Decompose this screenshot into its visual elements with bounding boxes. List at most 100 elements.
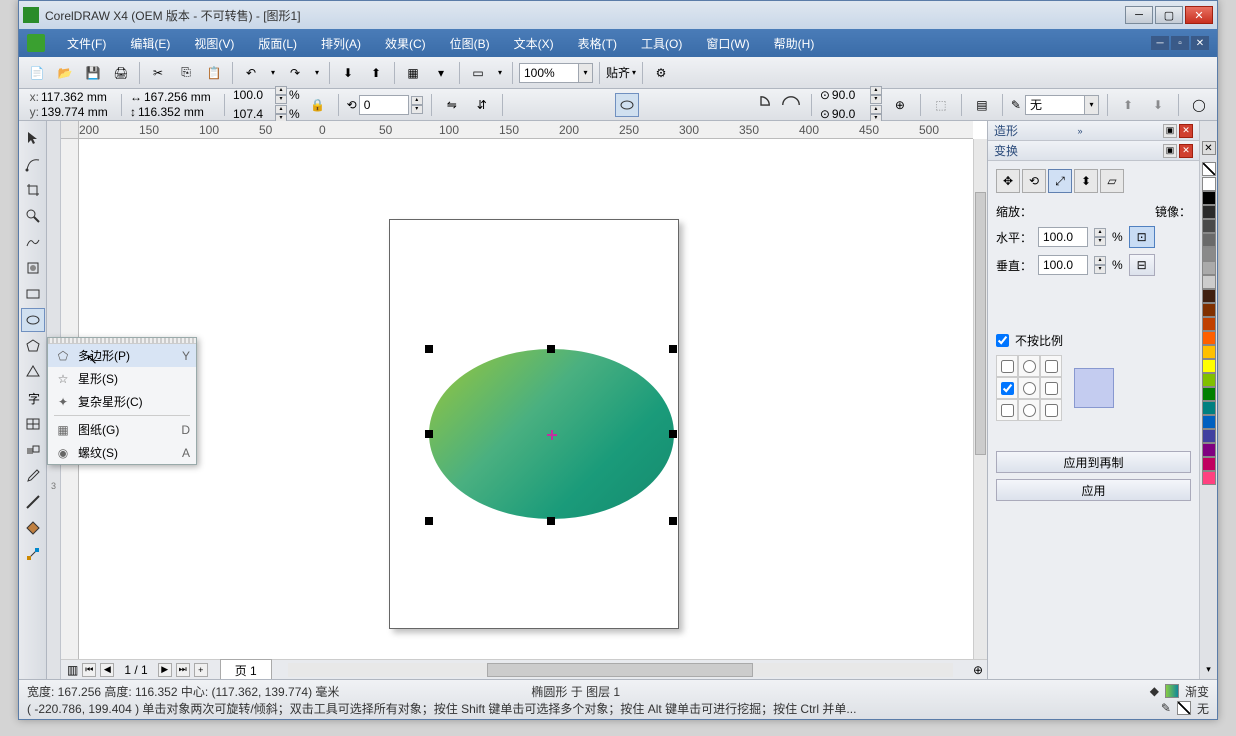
welcome-icon[interactable]: ▾ [429,61,453,85]
zoom-input[interactable] [519,63,579,83]
first-page-button[interactable]: ⏮ [82,663,96,677]
color-swatch[interactable] [1202,457,1216,471]
center-marker[interactable] [549,432,555,438]
color-swatch[interactable] [1202,401,1216,415]
doc-restore-button[interactable]: ▫ [1171,36,1189,50]
color-swatch[interactable] [1202,373,1216,387]
nav-end-icon[interactable]: ⊕ [969,663,987,677]
crop-tool[interactable] [21,178,45,202]
wrap-icon[interactable]: ▤ [970,93,994,117]
menu-view[interactable]: 视图(V) [184,31,244,56]
next-page-button[interactable]: ▶ [158,663,172,677]
menu-window[interactable]: 窗口(W) [696,31,759,56]
color-swatch[interactable] [1202,261,1216,275]
to-front-icon[interactable]: ⬆ [1116,93,1140,117]
page-list-icon[interactable]: ▥ [67,663,78,677]
maximize-button[interactable]: ▢ [1155,6,1183,24]
menu-layout[interactable]: 版面(L) [248,31,307,56]
color-swatch[interactable] [1202,317,1216,331]
flyout-graph-paper[interactable]: ▦ 图纸(G) D [48,418,196,441]
ellipse-mode-icon[interactable] [615,93,639,117]
shape-docker-title[interactable]: 造形 » ▣ ✕ [988,121,1199,141]
print-icon[interactable]: 🖨 [109,61,133,85]
color-swatch[interactable] [1202,191,1216,205]
no-fill-swatch[interactable] [1202,162,1216,176]
selection-handle[interactable] [669,430,677,438]
ellipse-tool[interactable] [21,308,45,332]
menu-file[interactable]: 文件(F) [57,31,116,56]
eyedropper-tool[interactable] [21,464,45,488]
horizontal-scrollbar[interactable] [288,663,953,677]
size-tab[interactable]: ⬍ [1074,169,1098,193]
x-position[interactable]: 117.362 mm [41,90,113,104]
menu-effects[interactable]: 效果(C) [375,31,436,56]
anchor-grid[interactable] [996,355,1062,421]
color-swatch[interactable] [1202,177,1216,191]
transform-docker-title[interactable]: 变换 ▣ ✕ [988,141,1199,161]
import-icon[interactable]: ⬇ [336,61,360,85]
drawing-area[interactable]: 2001501005005010015020025030035040045050… [61,121,987,679]
height-input[interactable]: 116.352 mm [138,105,210,119]
redo-dropdown-icon[interactable]: ▾ [311,61,323,85]
snap-combo[interactable]: 贴齐▾ [606,64,636,81]
paste-icon[interactable]: 📋 [202,61,226,85]
polygon-tool[interactable] [21,334,45,358]
add-page-button[interactable]: + [194,663,208,677]
selection-handle[interactable] [425,517,433,525]
docker-close-button[interactable]: ✕ [1179,144,1193,158]
horizontal-ruler[interactable]: 2001501005005010015020025030035040045050… [79,121,973,139]
selection-handle[interactable] [547,517,555,525]
direction-icon[interactable]: ⊕ [888,93,912,117]
cut-icon[interactable]: ✂ [146,61,170,85]
open-icon[interactable]: 📂 [53,61,77,85]
app-launcher-icon[interactable]: ▦ [401,61,425,85]
outline-tool[interactable] [21,490,45,514]
docker-close-button[interactable]: ✕ [1179,124,1193,138]
y-position[interactable]: 139.774 mm [41,105,113,119]
rotation-input[interactable] [359,95,409,115]
table-tool[interactable] [21,412,45,436]
shape-tool[interactable] [21,152,45,176]
undo-icon[interactable]: ↶ [239,61,263,85]
apply-button[interactable]: 应用 [996,479,1191,501]
zoom-combo[interactable]: ▾ [519,63,593,83]
mirror-h-icon[interactable]: ⇋ [440,93,464,117]
scale-v-input[interactable] [1038,255,1088,275]
zoom-dropdown-icon[interactable]: ▾ [579,63,593,83]
color-swatch[interactable] [1202,275,1216,289]
dock-button[interactable]: ▣ [1163,144,1177,158]
flyout-complex-star[interactable]: ✦ 复杂星形(C) [48,390,196,413]
color-swatch[interactable] [1202,415,1216,429]
minimize-button[interactable]: ─ [1125,6,1153,24]
fill-tool[interactable] [21,516,45,540]
mirror-v-button[interactable]: ⊟ [1129,254,1155,276]
scale-v-spinner[interactable]: ▴▾ [1094,256,1106,274]
outline-width-combo[interactable]: ▾ [1025,95,1099,115]
skew-tab[interactable]: ▱ [1100,169,1124,193]
menu-edit[interactable]: 编辑(E) [120,31,180,56]
page-tab-1[interactable]: 页 1 [220,659,272,680]
selection-handle[interactable] [547,345,555,353]
ungroup-icon[interactable]: ⬚ [929,93,953,117]
selection-handle[interactable] [425,430,433,438]
menu-tools[interactable]: 工具(O) [631,31,692,56]
menu-text[interactable]: 文本(X) [504,31,564,56]
color-swatch[interactable] [1202,247,1216,261]
close-button[interactable]: ✕ [1185,6,1213,24]
options-icon[interactable]: ▭ [466,61,490,85]
rotate-tab[interactable]: ⟲ [1022,169,1046,193]
color-swatch[interactable] [1202,443,1216,457]
width-input[interactable]: 167.256 mm [144,90,216,104]
menu-help[interactable]: 帮助(H) [764,31,825,56]
selection-handle[interactable] [669,345,677,353]
selection-handle[interactable] [425,345,433,353]
palette-scroll-icon[interactable]: ▾ [1202,660,1215,679]
basic-shapes-tool[interactable] [21,360,45,384]
last-page-button[interactable]: ⏭ [176,663,190,677]
save-icon[interactable]: 💾 [81,61,105,85]
interactive-tool[interactable] [21,438,45,462]
pick-tool[interactable] [21,126,45,150]
freehand-tool[interactable] [21,230,45,254]
arc-mode-icon[interactable] [779,93,803,117]
flyout-polygon[interactable]: ⬠ 多边形(P) Y [48,344,196,367]
